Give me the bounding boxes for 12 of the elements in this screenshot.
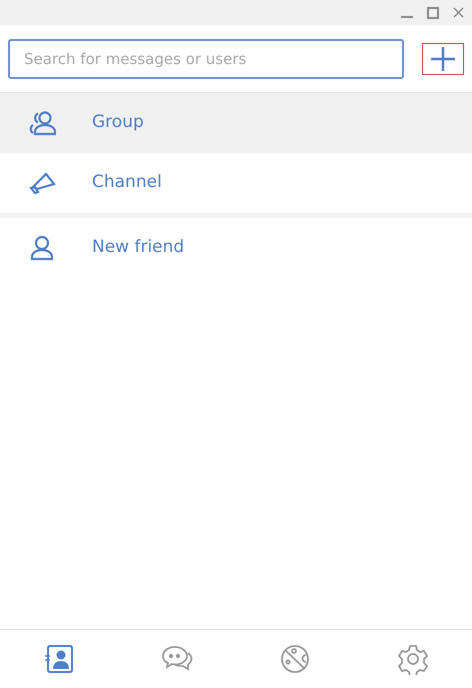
person-icon bbox=[30, 235, 54, 261]
add-button[interactable] bbox=[422, 42, 464, 74]
people-icon bbox=[28, 110, 56, 136]
planet-icon bbox=[279, 643, 311, 675]
contacts-icon bbox=[44, 644, 74, 674]
megaphone-icon bbox=[28, 171, 56, 195]
close-icon[interactable] bbox=[453, 7, 464, 18]
settings-icon bbox=[397, 643, 429, 675]
list-item[interactable]: Group bbox=[0, 93, 472, 153]
search-field[interactable]: Search for messages or users bbox=[8, 38, 404, 78]
maximize-icon[interactable] bbox=[427, 6, 439, 18]
plus-icon bbox=[430, 46, 456, 72]
